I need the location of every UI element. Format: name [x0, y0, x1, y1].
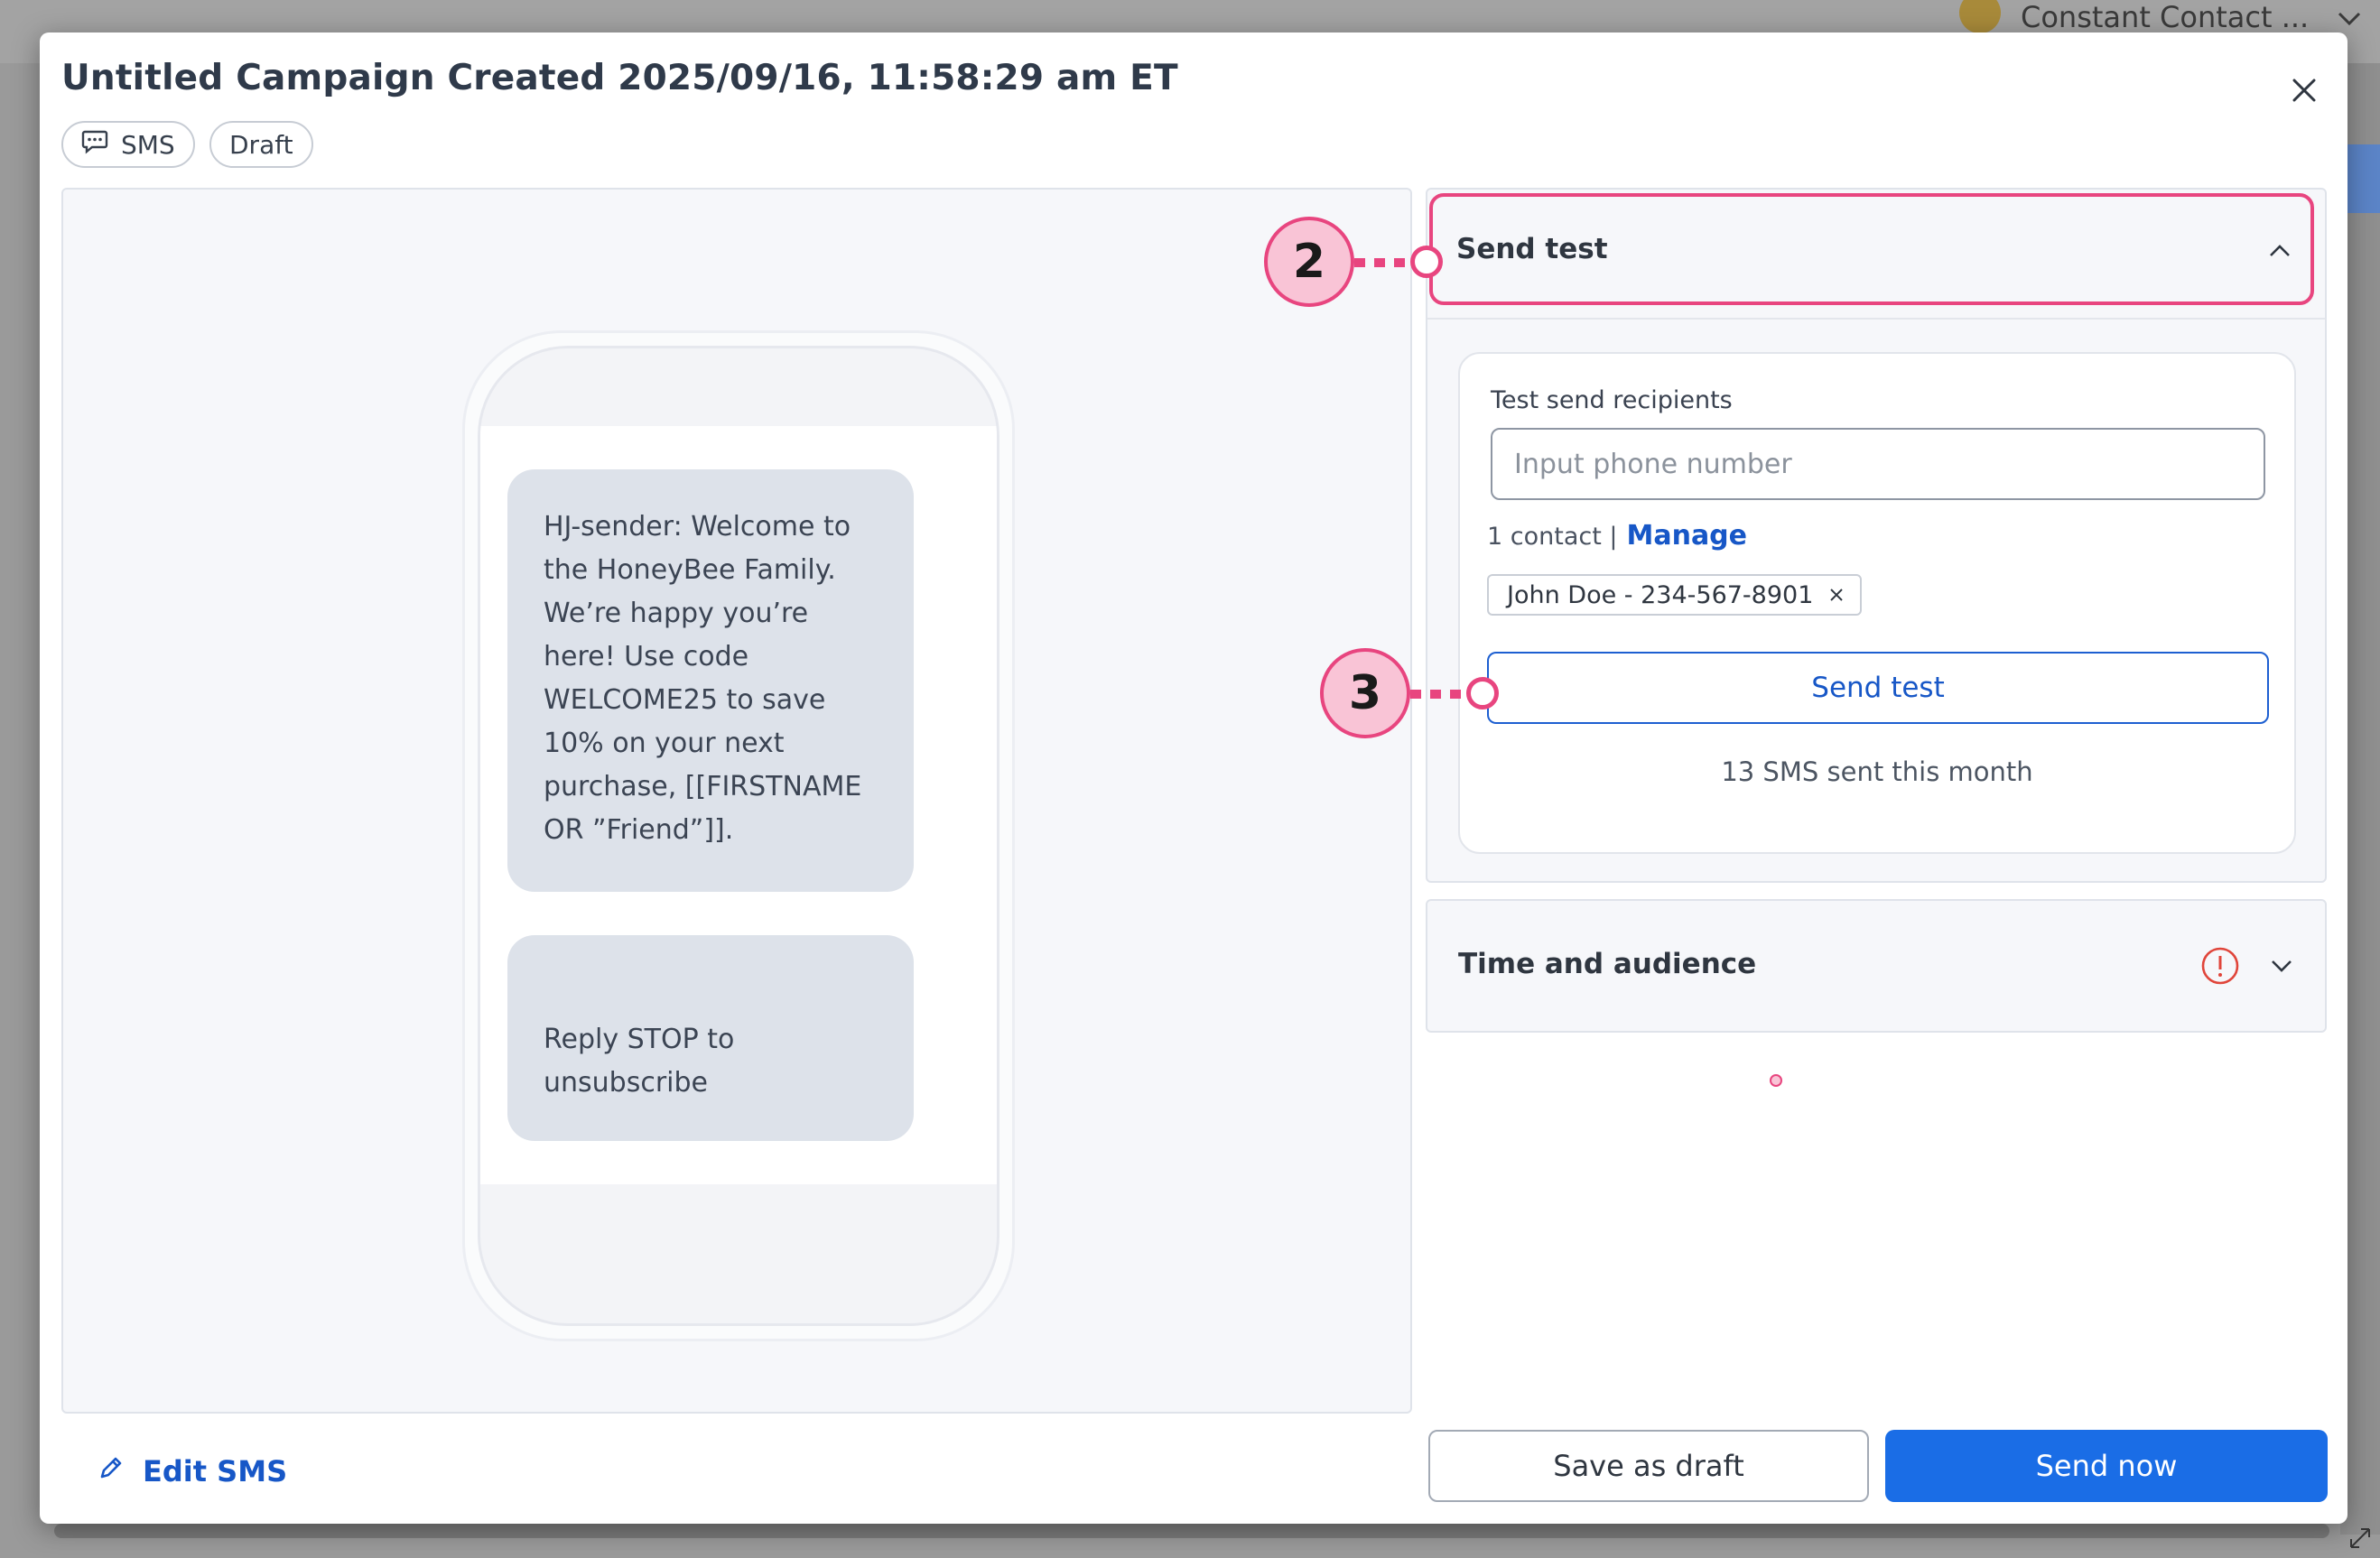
- sms-chip: SMS: [61, 121, 195, 168]
- modal-title: Untitled Campaign Created 2025/09/16, 11…: [61, 58, 1178, 98]
- send-test-header[interactable]: Send test: [1426, 188, 2327, 316]
- message-bubble: Reply STOP to unsubscribe: [507, 935, 914, 1141]
- phone-mockup: HJ-sender: Welcome to the HoneyBee Famil…: [462, 330, 1015, 1341]
- manage-link[interactable]: Manage: [1626, 520, 1747, 552]
- account-menu[interactable]: Constant Contact ...: [1959, 0, 2361, 34]
- send-now-button[interactable]: Send now: [1885, 1430, 2328, 1502]
- annotation-step-2: 2: [1264, 217, 1354, 307]
- send-test-button[interactable]: Send test: [1487, 652, 2269, 724]
- account-name: Constant Contact ...: [2021, 0, 2310, 34]
- sms-usage-count: 13 SMS sent this month: [1721, 756, 2033, 787]
- resize-icon[interactable]: [2344, 1522, 2376, 1554]
- avatar: [1959, 0, 2001, 33]
- draft-chip-label: Draft: [229, 129, 293, 160]
- close-icon: [2292, 78, 2317, 107]
- recipient-chip: John Doe - 234-567-8901: [1487, 574, 1863, 616]
- contact-summary: 1 contact | Manage: [1487, 520, 1747, 552]
- sms-chip-label: SMS: [121, 129, 175, 160]
- edit-sms-link[interactable]: Edit SMS: [98, 1450, 287, 1493]
- draft-chip: Draft: [209, 121, 313, 168]
- send-test-section: Send test Test send recipients 1 contact…: [1426, 188, 2327, 883]
- phone-frame: HJ-sender: Welcome to the HoneyBee Famil…: [478, 346, 999, 1326]
- time-and-audience-title: Time and audience: [1458, 948, 1757, 980]
- phone-number-input[interactable]: [1491, 428, 2265, 500]
- annotation-dot: [1770, 1074, 1782, 1087]
- phone-screen: HJ-sender: Welcome to the HoneyBee Famil…: [480, 426, 997, 1184]
- save-as-draft-button[interactable]: Save as draft: [1428, 1430, 1869, 1502]
- annotation-marker: [1466, 677, 1499, 709]
- message-bubble: HJ-sender: Welcome to the HoneyBee Famil…: [507, 469, 914, 892]
- edit-sms-label: Edit SMS: [143, 1454, 288, 1488]
- annotation-connector: [1410, 690, 1468, 699]
- test-recipients-card: Test send recipients 1 contact | Manage …: [1458, 352, 2296, 854]
- annotation-connector: [1354, 258, 1418, 267]
- annotation-marker: [1410, 246, 1443, 278]
- send-test-title: Send test: [1456, 233, 1608, 265]
- remove-x-icon[interactable]: [1829, 588, 1844, 602]
- annotation-step-3: 3: [1320, 648, 1410, 738]
- chevron-down-icon: [2338, 3, 2361, 32]
- background-blue-button: [2346, 144, 2380, 213]
- chevron-up-icon[interactable]: [2262, 233, 2298, 269]
- time-and-audience-section[interactable]: Time and audience: [1426, 899, 2327, 1033]
- campaign-modal: Untitled Campaign Created 2025/09/16, 11…: [40, 32, 2347, 1524]
- warning-icon: [2201, 947, 2239, 985]
- recipients-label: Test send recipients: [1491, 386, 1733, 414]
- contact-count: 1 contact |: [1487, 523, 1618, 551]
- close-button[interactable]: [2277, 65, 2331, 119]
- sms-preview-panel: HJ-sender: Welcome to the HoneyBee Famil…: [61, 188, 1412, 1414]
- chat-bubble-icon: [81, 129, 108, 161]
- chevron-down-icon[interactable]: [2264, 948, 2300, 984]
- background-scrollbar: [54, 1524, 2329, 1538]
- recipient-label: John Doe - 234-567-8901: [1507, 580, 1814, 609]
- pencil-icon: [98, 1454, 125, 1488]
- divider: [1427, 318, 2325, 320]
